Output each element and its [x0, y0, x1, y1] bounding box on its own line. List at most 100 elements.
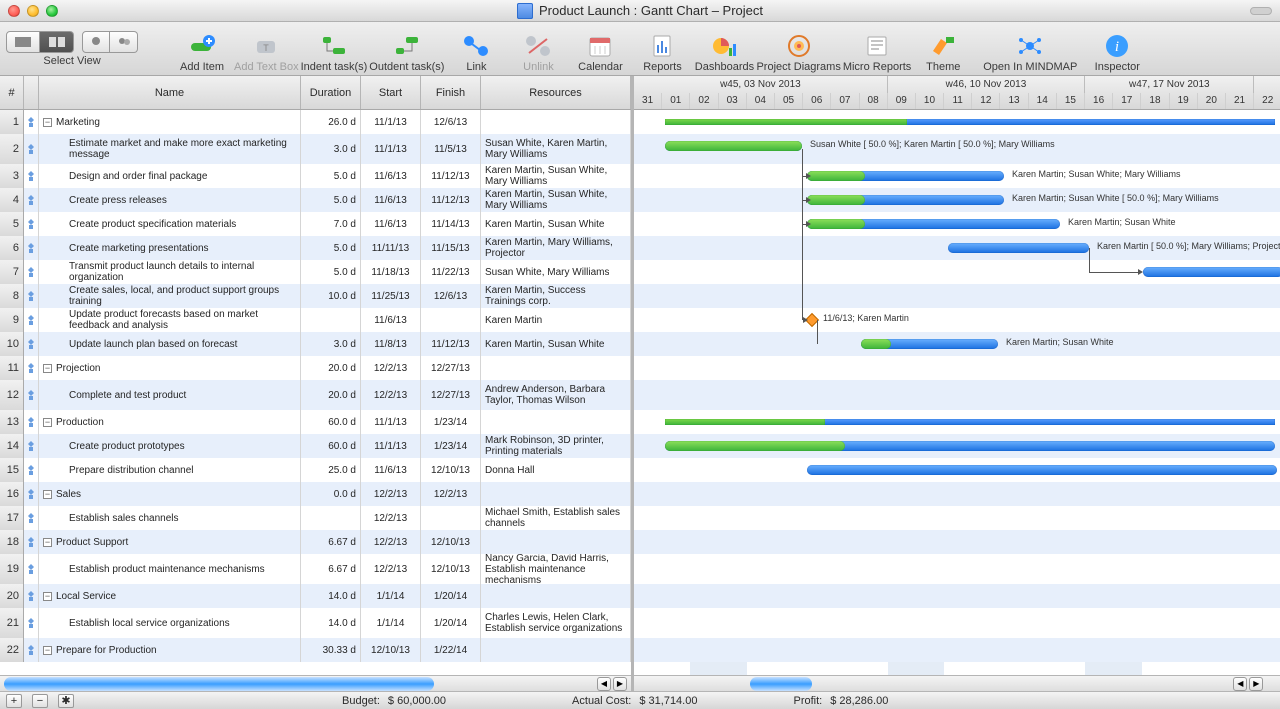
- row-info-icon[interactable]: [24, 134, 39, 164]
- finish-cell[interactable]: 1/20/14: [421, 608, 481, 638]
- outdent-tasks-button[interactable]: Outdent task(s): [369, 24, 444, 74]
- task-name-cell[interactable]: − Local Service: [39, 584, 301, 608]
- gantt-row[interactable]: [634, 380, 1280, 410]
- gantt-row[interactable]: Karen Martin; Susan White: [634, 212, 1280, 236]
- start-cell[interactable]: 11/1/13: [361, 110, 421, 134]
- finish-cell[interactable]: 12/27/13: [421, 380, 481, 410]
- task-name-cell[interactable]: − Projection: [39, 356, 301, 380]
- resources-cell[interactable]: [481, 356, 631, 380]
- resources-cell[interactable]: [481, 482, 631, 506]
- row-info-icon[interactable]: [24, 608, 39, 638]
- start-cell[interactable]: 12/2/13: [361, 530, 421, 554]
- theme-button[interactable]: Theme: [913, 24, 973, 74]
- resources-cell[interactable]: Susan White, Mary Williams: [481, 260, 631, 284]
- settings-button[interactable]: ✱: [58, 694, 74, 708]
- right-scrollbar-thumb[interactable]: [750, 677, 812, 691]
- resources-cell[interactable]: Karen Martin, Success Trainings corp.: [481, 284, 631, 308]
- duration-cell[interactable]: 14.0 d: [301, 608, 361, 638]
- table-row[interactable]: 15 Prepare distribution channel 25.0 d 1…: [0, 458, 631, 482]
- row-info-icon[interactable]: [24, 410, 39, 434]
- row-info-icon[interactable]: [24, 308, 39, 332]
- table-row[interactable]: 3 Design and order final package 5.0 d 1…: [0, 164, 631, 188]
- calendar-button[interactable]: Calendar: [570, 24, 630, 74]
- start-cell[interactable]: 11/1/13: [361, 434, 421, 458]
- collapse-toggle[interactable]: −: [43, 646, 52, 655]
- task-name-cell[interactable]: − Production: [39, 410, 301, 434]
- duration-cell[interactable]: 7.0 d: [301, 212, 361, 236]
- table-row[interactable]: 8 Create sales, local, and product suppo…: [0, 284, 631, 308]
- row-info-icon[interactable]: [24, 110, 39, 134]
- start-cell[interactable]: 11/11/13: [361, 236, 421, 260]
- finish-cell[interactable]: [421, 308, 481, 332]
- unlink-button[interactable]: Unlink: [508, 24, 568, 74]
- collapse-toggle[interactable]: −: [43, 364, 52, 373]
- start-cell[interactable]: 12/2/13: [361, 506, 421, 530]
- duration-cell[interactable]: 26.0 d: [301, 110, 361, 134]
- collapse-toggle[interactable]: −: [43, 592, 52, 601]
- row-info-icon[interactable]: [24, 506, 39, 530]
- finish-cell[interactable]: 12/10/13: [421, 458, 481, 482]
- gantt-row[interactable]: [634, 608, 1280, 638]
- duration-cell[interactable]: 30.33 d: [301, 638, 361, 662]
- row-info-icon[interactable]: [24, 380, 39, 410]
- gantt-row[interactable]: Karen Martin; Susan White: [634, 332, 1280, 356]
- col-duration[interactable]: Duration: [301, 76, 361, 109]
- row-info-icon[interactable]: [24, 530, 39, 554]
- gantt-row[interactable]: [634, 482, 1280, 506]
- row-info-icon[interactable]: [24, 584, 39, 608]
- finish-cell[interactable]: 11/22/13: [421, 260, 481, 284]
- duration-cell[interactable]: 60.0 d: [301, 434, 361, 458]
- finish-cell[interactable]: 12/10/13: [421, 554, 481, 584]
- task-name-cell[interactable]: Estimate market and make more exact mark…: [39, 134, 301, 164]
- table-row[interactable]: 11 − Projection 20.0 d 12/2/13 12/27/13: [0, 356, 631, 380]
- finish-cell[interactable]: 12/27/13: [421, 356, 481, 380]
- col-finish[interactable]: Finish: [421, 76, 481, 109]
- gantt-row[interactable]: [634, 506, 1280, 530]
- right-scroll-right-button[interactable]: ▶: [1249, 677, 1263, 691]
- resources-cell[interactable]: Karen Martin, Susan White: [481, 212, 631, 236]
- task-bar[interactable]: [948, 243, 1089, 253]
- row-info-icon[interactable]: [24, 434, 39, 458]
- finish-cell[interactable]: 1/23/14: [421, 410, 481, 434]
- link-button[interactable]: Link: [446, 24, 506, 74]
- task-name-cell[interactable]: Establish product maintenance mechanisms: [39, 554, 301, 584]
- close-window-button[interactable]: [8, 5, 20, 17]
- finish-cell[interactable]: 11/15/13: [421, 236, 481, 260]
- start-cell[interactable]: 11/25/13: [361, 284, 421, 308]
- start-cell[interactable]: 11/6/13: [361, 188, 421, 212]
- start-cell[interactable]: 12/2/13: [361, 482, 421, 506]
- resources-cell[interactable]: Karen Martin, Mary Williams, Projector: [481, 236, 631, 260]
- add-text-box-button[interactable]: T Add Text Box: [234, 24, 299, 74]
- row-info-icon[interactable]: [24, 554, 39, 584]
- finish-cell[interactable]: 1/22/14: [421, 638, 481, 662]
- start-cell[interactable]: 11/8/13: [361, 332, 421, 356]
- gantt-row[interactable]: 11/6/13; Karen Martin: [634, 308, 1280, 332]
- table-row[interactable]: 19 Establish product maintenance mechani…: [0, 554, 631, 584]
- task-bar[interactable]: [807, 465, 1277, 475]
- col-resources[interactable]: Resources: [481, 76, 631, 109]
- row-info-icon[interactable]: [24, 260, 39, 284]
- duration-cell[interactable]: 0.0 d: [301, 482, 361, 506]
- resources-cell[interactable]: Nancy Garcia, David Harris, Establish ma…: [481, 554, 631, 584]
- duration-cell[interactable]: 5.0 d: [301, 260, 361, 284]
- duration-cell[interactable]: 3.0 d: [301, 134, 361, 164]
- duration-cell[interactable]: [301, 308, 361, 332]
- gantt-row[interactable]: [634, 584, 1280, 608]
- duration-cell[interactable]: 14.0 d: [301, 584, 361, 608]
- start-cell[interactable]: 12/2/13: [361, 554, 421, 584]
- minimize-window-button[interactable]: [27, 5, 39, 17]
- col-start[interactable]: Start: [361, 76, 421, 109]
- task-name-cell[interactable]: Design and order final package: [39, 164, 301, 188]
- task-name-cell[interactable]: Update product forecasts based on market…: [39, 308, 301, 332]
- resources-cell[interactable]: [481, 410, 631, 434]
- finish-cell[interactable]: 1/20/14: [421, 584, 481, 608]
- start-cell[interactable]: 11/18/13: [361, 260, 421, 284]
- row-info-icon[interactable]: [24, 638, 39, 662]
- row-info-icon[interactable]: [24, 284, 39, 308]
- duration-cell[interactable]: 20.0 d: [301, 380, 361, 410]
- right-scrollbar-track[interactable]: ◀ ▶: [634, 675, 1280, 691]
- resources-cell[interactable]: Karen Martin, Susan White, Mary Williams: [481, 188, 631, 212]
- task-name-cell[interactable]: − Prepare for Production: [39, 638, 301, 662]
- resources-cell[interactable]: Charles Lewis, Helen Clark, Establish se…: [481, 608, 631, 638]
- task-name-cell[interactable]: − Product Support: [39, 530, 301, 554]
